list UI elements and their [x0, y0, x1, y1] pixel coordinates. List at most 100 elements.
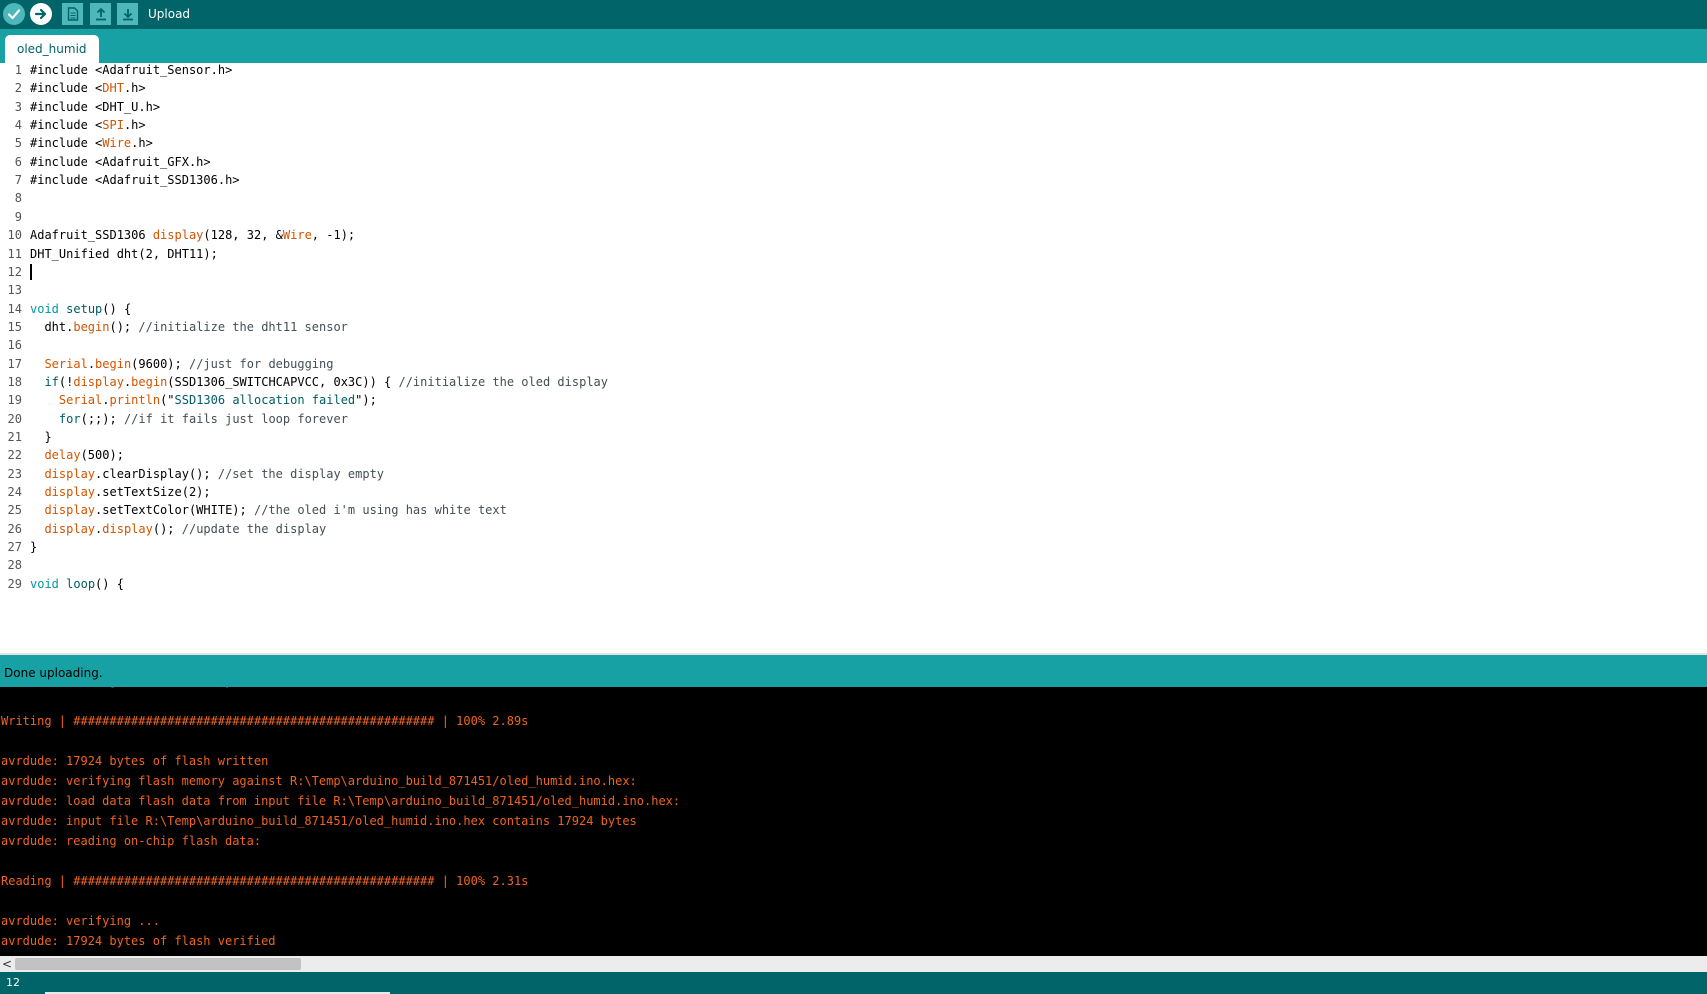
- code-line[interactable]: 14 void setup() {: [0, 299, 1707, 319]
- code-line[interactable]: 5 #include <Wire.h>: [0, 133, 1707, 153]
- toolbar: Upload: [0, 0, 1707, 29]
- line-number: 15: [7, 319, 22, 334]
- line-number: 11: [7, 246, 22, 261]
- save-sketch-button[interactable]: [117, 3, 138, 25]
- code-text: }: [30, 430, 52, 444]
- code-line[interactable]: 26 display.display(); //update the displ…: [0, 519, 1707, 539]
- line-number: 5: [14, 136, 22, 151]
- code-text: dht.begin(); //initialize the dht11 sens…: [30, 319, 348, 334]
- code-text: delay(500);: [44, 448, 124, 463]
- console-line: avrdude: verifying flash memory against …: [1, 774, 637, 788]
- code-line[interactable]: 23 display.clearDisplay(); //set the dis…: [0, 464, 1707, 484]
- check-icon: [7, 9, 21, 20]
- status-bar: Done uploading.: [0, 653, 1707, 687]
- line-number: 13: [7, 283, 22, 298]
- line-number: 21: [7, 430, 22, 444]
- code-line[interactable]: 29 void loop() {: [0, 574, 1707, 594]
- line-number: 12: [7, 264, 22, 279]
- code-text: #include <SPI.h>: [30, 118, 146, 133]
- line-number: 17: [7, 356, 22, 371]
- console-line: avrdude: writing flash (17924 bytes):: [1, 687, 268, 691]
- line-number: 14: [7, 301, 22, 316]
- code-line[interactable]: 10 Adafruit_SSD1306 display(128, 32, &Wir…: [0, 225, 1707, 245]
- code-text: #include <Adafruit_SSD1306.h>: [30, 173, 240, 188]
- code-line[interactable]: 22 delay(500);: [0, 445, 1707, 465]
- verify-button[interactable]: [3, 3, 25, 25]
- code-line[interactable]: 17 Serial.begin(9600); //just for debugg…: [0, 354, 1707, 374]
- code-line[interactable]: 21 }: [0, 427, 1707, 447]
- code-text: #include <Wire.h>: [30, 136, 153, 151]
- line-number: 16: [7, 338, 22, 353]
- code-line[interactable]: 24 display.setTextSize(2);: [0, 482, 1707, 502]
- scrollbar-thumb[interactable]: [15, 958, 301, 970]
- console-line: avrdude: verifying ...: [1, 914, 160, 928]
- scroll-left-icon[interactable]: <: [0, 956, 14, 972]
- code-line[interactable]: 6 #include <Adafruit_GFX.h>: [0, 152, 1707, 172]
- code-text: Adafruit_SSD1306 display(128, 32, &Wire,…: [30, 228, 356, 243]
- line-number: 10: [7, 228, 22, 243]
- console-line: avrdude: 17924 bytes of flash written: [1, 754, 269, 768]
- current-line-number: 12: [6, 976, 20, 989]
- upload-button[interactable]: [30, 3, 52, 25]
- code-line[interactable]: 3 #include <DHT_U.h>: [0, 97, 1707, 117]
- open-arrow-up-icon: [95, 8, 106, 21]
- code-line[interactable]: 2 #include <DHT.h>: [0, 78, 1707, 98]
- console-line: Reading | ##############################…: [1, 874, 529, 888]
- code-line[interactable]: 20 for(;;); //if it fails just loop fore…: [0, 409, 1707, 429]
- code-line[interactable]: 27}: [0, 537, 1707, 557]
- console-line: avrdude: reading on-chip flash data:: [1, 834, 262, 848]
- line-number: 29: [7, 576, 22, 591]
- code-text: display.clearDisplay(); //set the displa…: [44, 466, 385, 481]
- tab-oled-humid[interactable]: oled_humid: [5, 35, 99, 63]
- code-line[interactable]: 12: [0, 262, 1707, 282]
- code-line[interactable]: 7 #include <Adafruit_SSD1306.h>: [0, 170, 1707, 190]
- new-sketch-button[interactable]: [62, 3, 83, 25]
- console-line: avrdude: input file R:\Temp\arduino_buil…: [1, 814, 637, 828]
- toolbar-hover-label: Upload: [148, 7, 191, 21]
- code-line[interactable]: 4 #include <SPI.h>: [0, 115, 1707, 135]
- console-horizontal-scrollbar[interactable]: <: [0, 956, 1707, 972]
- line-number: 3: [14, 99, 22, 114]
- code-text: #include <DHT_U.h>: [30, 99, 161, 114]
- code-line[interactable]: 13: [0, 280, 1707, 300]
- tab-bar: oled_humid: [0, 29, 1707, 63]
- open-sketch-button[interactable]: [90, 3, 111, 25]
- line-number: 7: [14, 173, 22, 188]
- code-editor[interactable]: 1 #include <Adafruit_Sensor.h> 2 #include <…: [0, 63, 1707, 653]
- console-line: avrdude: load data flash data from input…: [1, 794, 681, 808]
- code-line[interactable]: 25 display.setTextColor(WHITE); //the ol…: [0, 500, 1707, 520]
- code-text: }: [30, 540, 38, 555]
- code-line[interactable]: 19 Serial.println("SSD1306 allocation fa…: [0, 390, 1707, 410]
- code-text: void setup() {: [30, 301, 132, 316]
- line-number: 4: [14, 118, 22, 133]
- code-text: Serial.println("SSD1306 allocation faile…: [58, 393, 377, 408]
- line-number: 24: [7, 485, 22, 500]
- code-text: for(;;); //if it fails just loop forever: [58, 411, 348, 426]
- status-message: Done uploading.: [4, 666, 103, 680]
- code-text: display.display(); //update the display: [44, 521, 327, 536]
- code-text: display.setTextColor(WHITE); //the oled …: [44, 503, 507, 518]
- code-text: display.setTextSize(2);: [44, 485, 211, 500]
- footer-bar: 12: [0, 972, 1707, 994]
- code-line[interactable]: 8: [0, 188, 1707, 208]
- code-text: Serial.begin(9600); //just for debugging: [44, 356, 334, 371]
- line-number: 20: [7, 411, 22, 426]
- line-number: 23: [7, 466, 22, 481]
- code-line[interactable]: 16: [0, 335, 1707, 355]
- console-line: avrdude: 17924 bytes of flash verified: [1, 934, 276, 948]
- line-number: 2: [14, 81, 22, 96]
- code-text: #include <DHT.h>: [30, 81, 146, 96]
- code-line[interactable]: 15 dht.begin(); //initialize the dht11 s…: [0, 317, 1707, 337]
- code-line[interactable]: 18 if(!display.begin(SSD1306_SWITCHCAPVC…: [0, 372, 1707, 392]
- code-line[interactable]: 9: [0, 207, 1707, 227]
- text-cursor: [30, 263, 32, 280]
- code-line[interactable]: 11 DHT_Unified dht(2, DHT11);: [0, 244, 1707, 264]
- code-line[interactable]: 28: [0, 555, 1707, 575]
- console-line: Writing | ##############################…: [1, 714, 529, 728]
- line-number: 9: [14, 209, 22, 224]
- line-number: 8: [14, 191, 22, 206]
- line-number: 6: [14, 154, 22, 169]
- line-number: 26: [7, 521, 22, 536]
- output-console[interactable]: avrdude: writing flash (17924 bytes): Wri…: [0, 687, 1707, 956]
- line-number: 25: [7, 503, 22, 518]
